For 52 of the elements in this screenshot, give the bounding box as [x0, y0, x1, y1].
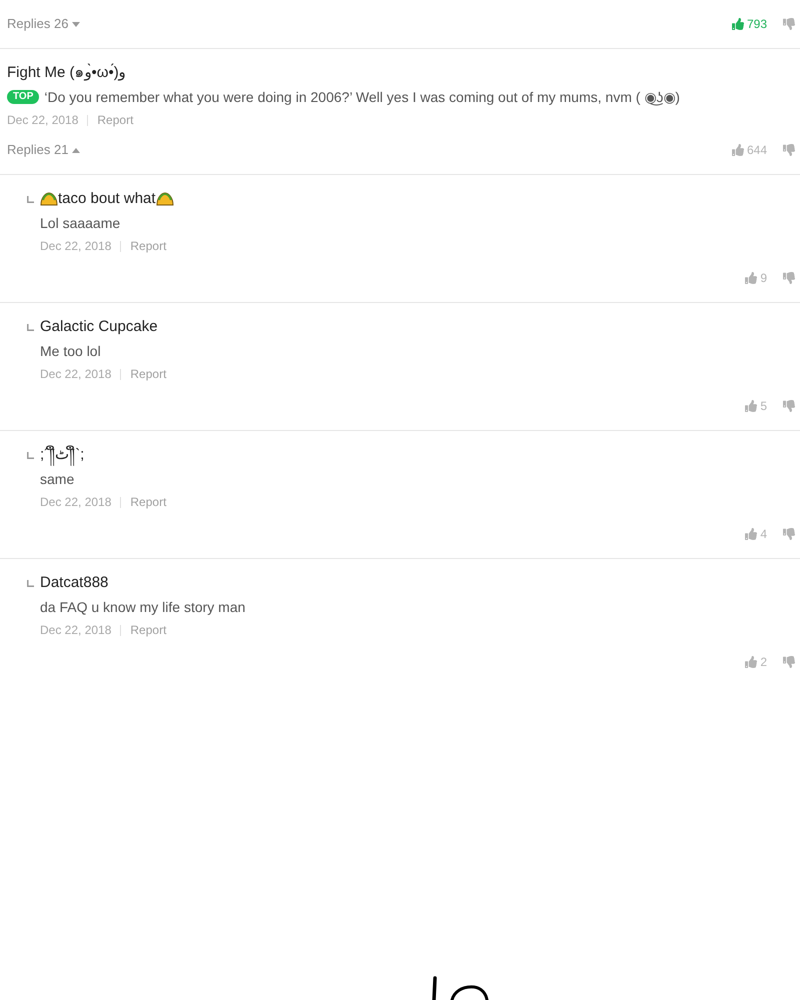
report-link[interactable]: Report	[130, 493, 166, 511]
comment-date: Dec 22, 2018	[7, 112, 78, 129]
top-badge: TOP	[7, 90, 40, 104]
dislike-button[interactable]	[783, 18, 795, 30]
reply-corner-icon	[27, 196, 34, 202]
thumbs-down-icon	[783, 272, 795, 284]
reply-corner-icon	[27, 324, 34, 330]
report-link[interactable]: Report	[130, 237, 166, 255]
like-button[interactable]: 644	[732, 142, 767, 158]
comment-date: Dec 22, 2018	[40, 238, 112, 255]
like-button[interactable]: 793	[732, 16, 767, 32]
reply-text: Me too lol	[40, 342, 102, 361]
report-link[interactable]: Report	[130, 621, 166, 639]
reply-text: Lol saaaame	[40, 214, 122, 233]
report-link[interactable]: Report	[97, 111, 134, 129]
dislike-button[interactable]	[783, 144, 795, 156]
thumbs-down-icon	[783, 400, 795, 412]
comment-date: Dec 22, 2018	[40, 622, 112, 639]
like-button[interactable]: 4	[745, 526, 767, 542]
author-name: ;´༎ຶٹ༎ຶ`;	[40, 444, 84, 466]
thumbs-down-icon	[783, 528, 795, 540]
reply-text: same	[40, 470, 76, 489]
comment-text: ‘Do you remember what you were doing in 2006?’ Well yes I was coming out of my mums, nvm ( ◉͜ʖ◉)	[44, 88, 680, 108]
author-name: Galactic Cupcake	[40, 316, 158, 337]
author-name: taco bout what	[58, 188, 156, 209]
like-button[interactable]: 5	[745, 398, 767, 414]
thumbs-down-icon	[783, 18, 795, 30]
like-button[interactable]: 2	[745, 654, 767, 670]
thumbs-up-icon	[745, 656, 758, 668]
replies-toggle[interactable]: Replies 26	[7, 14, 80, 34]
thumbs-up-icon	[732, 144, 744, 156]
dislike-button[interactable]	[783, 656, 795, 668]
replies-toggle[interactable]: Replies 21	[7, 140, 80, 160]
comment-date: Dec 22, 2018	[40, 366, 112, 383]
ink-sketch-drawing	[430, 976, 490, 1000]
thumbs-up-icon	[732, 18, 744, 30]
author-name: Fight Me (๑و•̀ω•́)و	[7, 62, 127, 83]
dislike-button[interactable]	[783, 528, 795, 540]
report-link[interactable]: Report	[130, 365, 166, 383]
thumbs-up-icon	[745, 400, 758, 412]
author-name: Datcat888	[40, 572, 108, 593]
thumbs-down-icon	[783, 144, 795, 156]
dislike-button[interactable]	[783, 400, 795, 412]
reply-corner-icon	[27, 580, 34, 586]
comment-date: Dec 22, 2018	[40, 494, 112, 511]
thumbs-down-icon	[783, 656, 795, 668]
thumbs-up-icon	[745, 528, 758, 540]
dislike-button[interactable]	[783, 272, 795, 284]
reply-text: da FAQ u know my life story man	[40, 598, 246, 617]
thumbs-up-icon	[745, 272, 758, 284]
reply-corner-icon	[27, 452, 34, 458]
like-button[interactable]: 9	[745, 270, 767, 286]
